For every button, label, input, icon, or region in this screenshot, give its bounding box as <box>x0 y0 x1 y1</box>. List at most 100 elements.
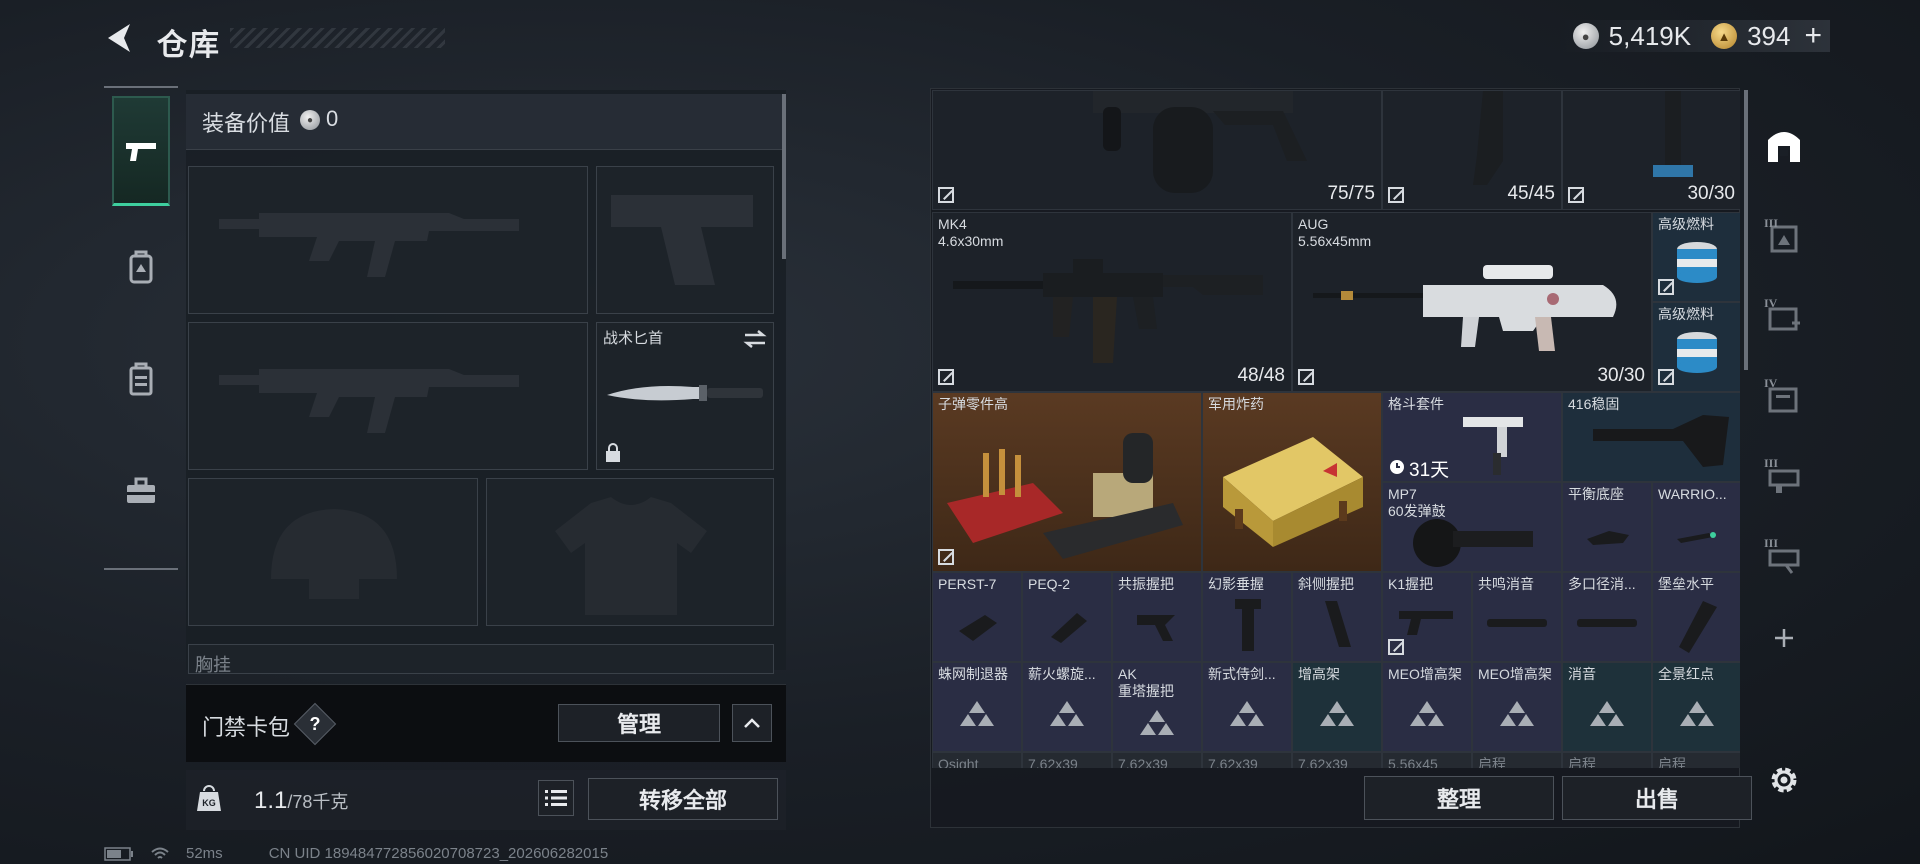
stash-item-suppressor[interactable]: 消音 <box>1562 662 1652 752</box>
helmet-silhouette-icon <box>271 509 397 599</box>
item-name: MP7 <box>1388 486 1417 502</box>
svg-text:KG: KG <box>202 798 216 808</box>
page-title: 仓库 <box>157 29 221 62</box>
stash-item-416-stock[interactable]: 416稳固 <box>1562 392 1740 482</box>
stash-item-riser[interactable]: 增高架 <box>1292 662 1382 752</box>
add-currency-button[interactable]: + <box>1804 19 1822 53</box>
stash-item-fight-kit[interactable]: 格斗套件 31天 <box>1382 392 1562 482</box>
stash-home-icon <box>1768 132 1800 162</box>
tab-stash-home[interactable] <box>1756 114 1812 174</box>
stash-item-resonance-suppressor[interactable]: 共鸣消音 <box>1472 572 1562 662</box>
fuel-can-icon <box>1677 332 1717 373</box>
tab-stash-3a[interactable]: III <box>1756 208 1812 268</box>
body-armor-slot[interactable] <box>486 478 774 626</box>
item-name: 蛛网制退器 <box>938 666 1008 682</box>
stash-item-firewood-spiral[interactable]: 薪火螺旋... <box>1022 662 1112 752</box>
manage-button[interactable]: 管理 <box>558 704 720 742</box>
item-name: 堡垒水平 <box>1658 576 1714 592</box>
rail-item-vest[interactable] <box>112 324 170 434</box>
stash-item-warrior[interactable]: WARRIO... <box>1652 482 1740 572</box>
stash-item-weapon-partial[interactable]: 75/75 <box>932 90 1382 210</box>
rail-item-backpack[interactable] <box>112 212 170 322</box>
stash-item-multi-caliber[interactable]: 多口径消... <box>1562 572 1652 662</box>
item-count: 48/48 <box>1237 365 1285 386</box>
angled-grip-icon <box>1325 601 1351 647</box>
stash-item-new-samurai[interactable]: 新式侍剑... <box>1202 662 1292 752</box>
equipment-scrollbar[interactable] <box>782 94 786 259</box>
stash-item-mag-partial[interactable]: 30/30 <box>1562 90 1740 210</box>
stash-item-explosive[interactable]: 军用炸药 <box>1202 392 1382 572</box>
item-name: 消音 <box>1568 666 1596 682</box>
add-tab-button[interactable] <box>1756 608 1812 668</box>
tab-stash-4b[interactable]: IV <box>1756 368 1812 428</box>
back-button[interactable] <box>100 18 140 58</box>
stash-item-partial[interactable]: 7.62x39 <box>1202 752 1292 768</box>
tab-stash-4a[interactable]: IV <box>1756 288 1812 348</box>
expand-button[interactable] <box>732 704 772 742</box>
stash-item-partial[interactable]: 启程 <box>1652 752 1740 768</box>
rail-item-toolbox[interactable] <box>112 436 170 546</box>
item-name: 军用炸药 <box>1208 396 1264 412</box>
tab-stash-3b[interactable]: III <box>1756 448 1812 508</box>
rail-item-weapons[interactable] <box>112 96 170 206</box>
melee-slot[interactable]: 战术匕首 <box>596 322 774 470</box>
item-count: 30/30 <box>1687 183 1735 204</box>
stash-item-mp7-drum[interactable]: MP7 60发弹鼓 <box>1382 482 1562 572</box>
stash-item-partial[interactable]: 7.62x39 <box>1112 752 1202 768</box>
stash-item-partial[interactable]: Osight <box>932 752 1022 768</box>
stash-item-partial[interactable]: 启程 <box>1562 752 1652 768</box>
stash-item-spider-brake[interactable]: 蛛网制退器 <box>932 662 1022 752</box>
stash-item-angled-grip[interactable]: 斜侧握把 <box>1292 572 1382 662</box>
stash-item-k1-grip[interactable]: K1握把 <box>1382 572 1472 662</box>
item-name: 平衡底座 <box>1568 486 1624 502</box>
backpack-icon <box>129 250 153 284</box>
status-bar: 52ms CN UID 18948477285602070872​3_20260… <box>104 845 608 862</box>
helmet-slot[interactable] <box>188 478 478 626</box>
stash-item-stock-partial[interactable]: 45/45 <box>1382 90 1562 210</box>
stash-item-ammo-parts[interactable]: 子弹零件高 <box>932 392 1202 572</box>
stash-item-fuel[interactable]: 高级燃料 <box>1652 302 1740 392</box>
stash-item-meo-riser[interactable]: MEO增高架 <box>1472 662 1562 752</box>
stash-item-panoramic-dot[interactable]: 全景红点 <box>1652 662 1740 752</box>
stash-item-fuel[interactable]: 高级燃料 <box>1652 212 1740 302</box>
stash-item-resonance-grip[interactable]: 共振握把 <box>1112 572 1202 662</box>
sort-button[interactable]: 整理 <box>1364 776 1554 820</box>
stash-item-aug[interactable]: AUG 5.56x45mm 30/30 <box>1292 212 1652 392</box>
stash-item-ak-tower[interactable]: AK 重塔握把 <box>1112 662 1202 752</box>
placeholder-triangles-icon <box>1320 701 1354 727</box>
stash-grid: 75/75 45/45 30/30 MK4 4.6x30mm 48/48 AUG… <box>932 90 1740 768</box>
bound-icon <box>1658 279 1674 295</box>
item-name: MEO增高架 <box>1388 666 1462 682</box>
sidearm-slot[interactable] <box>596 166 774 314</box>
item-name: 新式侍剑... <box>1208 666 1276 682</box>
stash-item-fort-level[interactable]: 堡垒水平 <box>1652 572 1740 662</box>
list-view-button[interactable] <box>538 780 574 816</box>
stash-item-partial[interactable]: 5.56x45 <box>1382 752 1472 768</box>
sell-button[interactable]: 出售 <box>1562 776 1752 820</box>
settings-button[interactable] <box>1756 750 1812 810</box>
stash-item-partial[interactable]: 启程 <box>1472 752 1562 768</box>
combat-knife-icon <box>607 385 763 401</box>
stash-item-meo-riser[interactable]: MEO增高架 <box>1382 662 1472 752</box>
item-name: 共鸣消音 <box>1478 576 1534 592</box>
item-name: 薪火螺旋... <box>1028 666 1096 682</box>
stash-item-perst[interactable]: PERST-7 <box>932 572 1022 662</box>
help-icon[interactable]: ? <box>300 709 330 739</box>
stash-item-mk4[interactable]: MK4 4.6x30mm 48/48 <box>932 212 1292 392</box>
placeholder-triangles-icon <box>1230 701 1264 727</box>
item-timer: 31天 <box>1409 460 1450 481</box>
item-name: 7.62x39 <box>1298 756 1348 768</box>
stash-item-partial[interactable]: 7.62x39 <box>1292 752 1382 768</box>
swap-icon[interactable] <box>743 329 767 349</box>
secondary-weapon-slot[interactable] <box>188 322 588 470</box>
stash-item-partial[interactable]: 7.62x39 <box>1022 752 1112 768</box>
stash-item-balance-base[interactable]: 平衡底座 <box>1562 482 1652 572</box>
stash-item-phantom-grip[interactable]: 幻影垂握 <box>1202 572 1292 662</box>
transfer-all-button[interactable]: 转移全部 <box>588 778 778 820</box>
stash-scrollbar[interactable] <box>1744 90 1748 370</box>
primary-weapon-slot[interactable] <box>188 166 588 314</box>
tab-stash-3c[interactable]: III <box>1756 528 1812 588</box>
chest-rig-slot[interactable]: 胸挂 <box>188 644 774 674</box>
gold-balance: 394 <box>1747 20 1791 51</box>
stash-item-peq[interactable]: PEQ-2 <box>1022 572 1112 662</box>
